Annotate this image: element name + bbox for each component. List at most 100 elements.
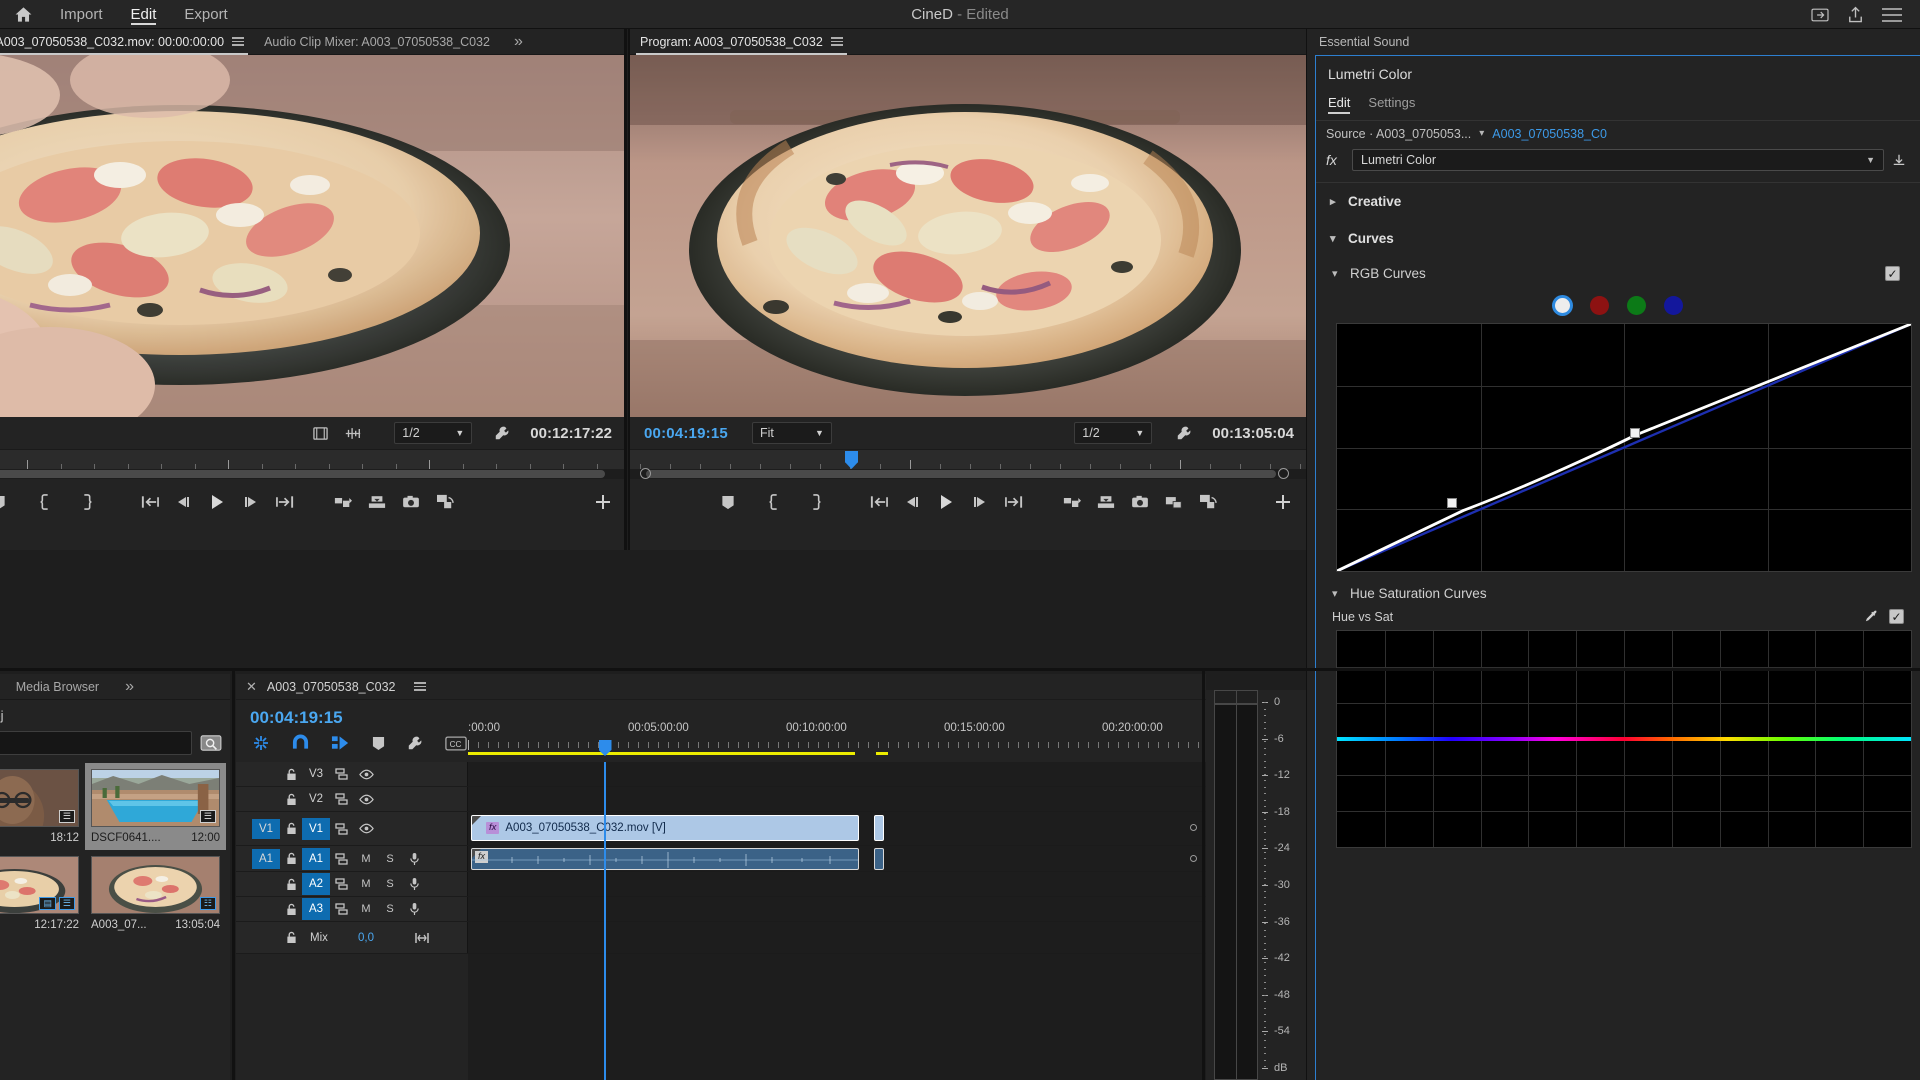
tab-program-monitor[interactable]: Program: A003_07050538_C032 <box>630 29 853 55</box>
track-header-v2[interactable]: V2 <box>236 787 468 811</box>
lock-icon[interactable] <box>280 903 302 916</box>
source-scroll-thumb[interactable] <box>0 470 605 478</box>
program-scroll-thumb[interactable] <box>646 470 1276 478</box>
track-sync-lock-icon-a1[interactable] <box>330 849 354 869</box>
source-video-preview[interactable] <box>0 55 624 417</box>
share-in-icon[interactable] <box>1811 7 1829 23</box>
track-name-a1[interactable]: A1 <box>302 848 330 870</box>
hue-vs-sat-graph[interactable] <box>1336 630 1912 848</box>
timeline-clip-audio-fragment[interactable] <box>874 848 884 870</box>
track-source-toggle-v2[interactable] <box>252 789 280 809</box>
mic-icon-a2[interactable] <box>402 874 426 894</box>
menu-item-edit[interactable]: Edit <box>117 0 171 29</box>
track-keyframe-dot-a1[interactable] <box>1190 855 1197 862</box>
track-sync-lock-icon-v1[interactable] <box>330 819 354 839</box>
eyedropper-icon[interactable] <box>1864 609 1879 624</box>
rgb-curve-control-point-2[interactable] <box>1630 428 1640 438</box>
source-mark-in-icon[interactable] <box>30 487 60 517</box>
list-item[interactable]: ☰ DSCF0641.... 12:00 <box>85 763 226 850</box>
track-header-a2[interactable]: A2 M S <box>236 872 468 896</box>
program-scroll-right-handle[interactable] <box>1278 468 1289 479</box>
program-resolution-select[interactable]: 1/2 ▼ <box>1074 422 1152 444</box>
timeline-track-v1[interactable]: V1 V1 fx A003_07050538_C032.mov [V] <box>236 812 1206 846</box>
panel-divider-horizontal[interactable] <box>0 668 1920 671</box>
curve-channel-red-swatch[interactable] <box>1590 296 1609 315</box>
home-icon[interactable] <box>0 0 46 29</box>
program-current-timecode[interactable]: 00:04:19:15 <box>644 425 728 442</box>
lock-icon[interactable] <box>280 878 302 891</box>
panel-divider-vertical-2[interactable] <box>232 671 235 1080</box>
program-play-icon[interactable] <box>931 487 961 517</box>
mute-button-a3[interactable]: M <box>354 899 378 919</box>
source-tab-overflow[interactable]: » <box>504 29 533 55</box>
lumetri-subsection-hue-sat-curves[interactable]: ▾ Hue Saturation Curves <box>1316 572 1920 605</box>
program-scroll-left-handle[interactable] <box>640 468 651 479</box>
tab-lumetri-settings[interactable]: Settings <box>1368 95 1415 114</box>
source-play-icon[interactable] <box>202 487 232 517</box>
track-sync-lock-icon-v2[interactable] <box>330 789 354 809</box>
list-item[interactable]: ▤ ☰ ... 12:17:22 <box>0 850 85 937</box>
list-item[interactable]: ☰ B.... 18:12 <box>0 763 85 850</box>
source-go-to-out-icon[interactable] <box>270 487 300 517</box>
source-add-button-icon[interactable] <box>588 487 618 517</box>
close-icon[interactable]: ✕ <box>246 679 257 695</box>
mix-value[interactable]: 0,0 <box>358 932 374 944</box>
track-keyframe-dot-v1[interactable] <box>1190 824 1197 831</box>
program-zoom-select[interactable]: Fit ▼ <box>752 422 832 444</box>
curve-channel-blue-swatch[interactable] <box>1664 296 1683 315</box>
program-video-preview[interactable] <box>630 55 1306 417</box>
rgb-curves-enable-checkbox[interactable]: ✓ <box>1885 266 1900 281</box>
source-mark-out-icon[interactable] <box>72 487 102 517</box>
menu-icon[interactable] <box>1882 8 1902 22</box>
nest-icon[interactable] <box>252 734 270 752</box>
track-source-toggle-v3[interactable] <box>252 764 280 784</box>
curve-channel-green-swatch[interactable] <box>1627 296 1646 315</box>
source-panel-menu-icon[interactable] <box>232 35 244 48</box>
source-insert-icon[interactable] <box>328 487 358 517</box>
lumetri-section-creative[interactable]: ▸ Creative <box>1316 183 1920 220</box>
track-name-v2[interactable]: V2 <box>302 788 330 810</box>
source-step-forward-icon[interactable] <box>236 487 266 517</box>
find-icon[interactable] <box>200 734 222 752</box>
linked-selection-icon[interactable] <box>331 734 350 752</box>
menu-item-import[interactable]: Import <box>46 0 117 29</box>
track-body-a1[interactable]: fx <box>468 846 1206 871</box>
source-button-editor-icon[interactable] <box>430 487 460 517</box>
source-step-back-icon[interactable] <box>168 487 198 517</box>
source-wrench-icon[interactable] <box>494 425 510 441</box>
track-header-a1[interactable]: A1 A1 M S <box>236 846 468 871</box>
source-settings-icon[interactable] <box>313 426 328 441</box>
program-mark-in-icon[interactable] <box>759 487 789 517</box>
lumetri-fx-reset-icon[interactable] <box>1892 153 1910 167</box>
track-body-v1[interactable]: fx A003_07050538_C032.mov [V] <box>468 812 1206 845</box>
rgb-curve-control-point-1[interactable] <box>1447 498 1457 508</box>
track-name-v3[interactable]: V3 <box>302 763 330 785</box>
audio-meter-bars[interactable] <box>1214 704 1258 1080</box>
mute-button-a2[interactable]: M <box>354 874 378 894</box>
track-name-a2[interactable]: A2 <box>302 873 330 895</box>
track-name-v1[interactable]: V1 <box>302 818 330 840</box>
timeline-work-area-bar-segment[interactable] <box>876 752 888 755</box>
source-drag-audio-icon[interactable] <box>344 427 362 440</box>
source-scrub-bar[interactable] <box>0 449 624 479</box>
mix-pan-icon[interactable] <box>414 932 430 944</box>
timeline-track-a1[interactable]: A1 A1 M S fx <box>236 846 1206 872</box>
lock-icon[interactable] <box>280 852 302 865</box>
source-export-frame-icon[interactable] <box>396 487 426 517</box>
track-header-mix[interactable]: Mix 0,0 <box>236 922 468 953</box>
program-go-to-in-icon[interactable] <box>863 487 893 517</box>
panel-divider-vertical-1[interactable] <box>624 29 627 550</box>
settings-icon[interactable] <box>407 735 423 751</box>
program-mark-out-icon[interactable] <box>801 487 831 517</box>
source-overwrite-icon[interactable] <box>362 487 392 517</box>
project-search-input[interactable] <box>0 731 192 755</box>
project-tab-overflow[interactable]: » <box>115 674 144 700</box>
curve-channel-master-swatch[interactable] <box>1553 296 1572 315</box>
track-header-v3[interactable]: V3 <box>236 762 468 786</box>
mute-button-a1[interactable]: M <box>354 849 378 869</box>
tab-source-monitor[interactable]: urce: A003_07050538_C032: A003_07050538_… <box>0 29 254 55</box>
tab-audio-clip-mixer[interactable]: Audio Clip Mixer: A003_07050538_C032 <box>254 29 500 55</box>
program-scrollbar[interactable] <box>630 469 1306 479</box>
lumetri-source-clip[interactable]: A003_07050538_C0 <box>1492 127 1607 141</box>
program-comparison-view-icon[interactable] <box>1159 487 1189 517</box>
